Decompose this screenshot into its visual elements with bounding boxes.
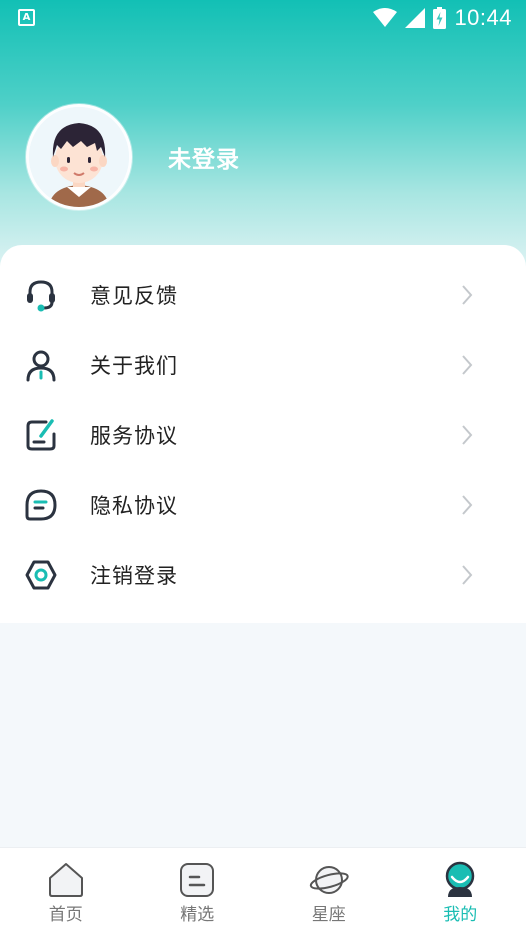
person-icon: [26, 350, 56, 382]
cell-signal-icon: [405, 8, 426, 28]
chevron-right-icon: [462, 285, 473, 305]
avatar[interactable]: [26, 104, 132, 210]
tab-label: 首页: [48, 905, 83, 925]
menu-item-logout[interactable]: 注销登录: [0, 540, 526, 610]
tab-horoscope[interactable]: 星座: [263, 848, 395, 934]
menu-item-feedback[interactable]: 意见反馈: [0, 260, 526, 330]
chevron-right-icon: [462, 495, 473, 515]
status-indicators: 10:44: [373, 4, 512, 32]
menu-item-label: 意见反馈: [90, 284, 178, 308]
menu-item-label: 服务协议: [90, 424, 178, 448]
menu-item-label: 注销登录: [90, 564, 178, 588]
wifi-icon: [373, 8, 398, 27]
home-icon: [48, 863, 83, 897]
menu-item-service-agreement[interactable]: 服务协议: [0, 400, 526, 470]
profile-section[interactable]: 未登录: [26, 104, 240, 210]
tab-label: 我的: [443, 905, 478, 925]
bottom-tab-bar: 首页 精选 星座 我的: [0, 847, 526, 934]
tab-home[interactable]: 首页: [0, 848, 132, 934]
battery-charging-icon: [433, 7, 447, 29]
chevron-right-icon: [462, 565, 473, 585]
menu-item-label: 关于我们: [90, 354, 178, 378]
clock: 10:44: [454, 5, 512, 30]
username-label[interactable]: 未登录: [168, 140, 240, 174]
menu-item-label: 隐私协议: [90, 494, 178, 518]
tab-featured[interactable]: 精选: [132, 848, 264, 934]
menu-item-about[interactable]: 关于我们: [0, 330, 526, 400]
planet-icon: [309, 866, 349, 894]
chevron-right-icon: [462, 425, 473, 445]
privacy-chat-icon: [25, 489, 57, 521]
avatar-boy-icon: [29, 107, 129, 207]
status-bar: A 10:44: [0, 0, 526, 36]
tab-label: 精选: [180, 905, 215, 925]
tab-mine[interactable]: 我的: [395, 848, 526, 934]
profile-icon: [446, 861, 475, 897]
tab-label: 星座: [311, 905, 346, 925]
hexagon-logout-icon: [25, 560, 57, 590]
edit-document-icon: [26, 419, 56, 451]
headset-icon: [27, 280, 55, 312]
settings-menu: 意见反馈 关于我们 服务协议 隐私协议 注销登录: [0, 245, 526, 623]
chevron-right-icon: [462, 355, 473, 375]
featured-list-icon: [180, 863, 215, 897]
menu-item-privacy-agreement[interactable]: 隐私协议: [0, 470, 526, 540]
app-notification-icon: A: [18, 9, 35, 26]
